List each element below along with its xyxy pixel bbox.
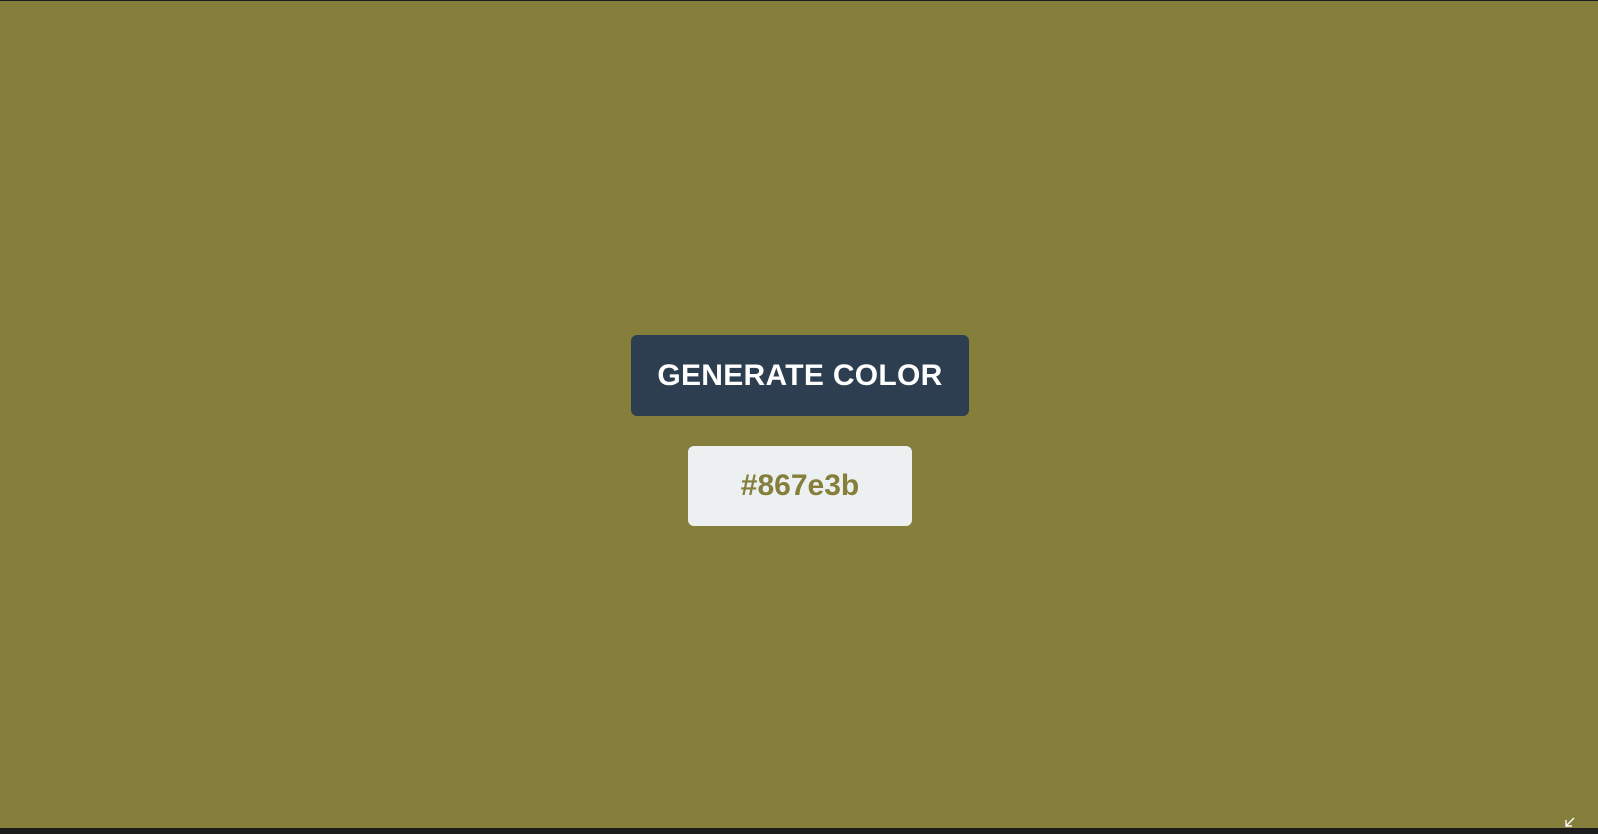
resize-arrow-icon	[1563, 815, 1577, 829]
color-generator-page: GENERATE COLOR #867e3b	[0, 1, 1598, 828]
generate-color-button[interactable]: GENERATE COLOR	[631, 335, 969, 416]
color-code-display: #867e3b	[688, 446, 912, 526]
